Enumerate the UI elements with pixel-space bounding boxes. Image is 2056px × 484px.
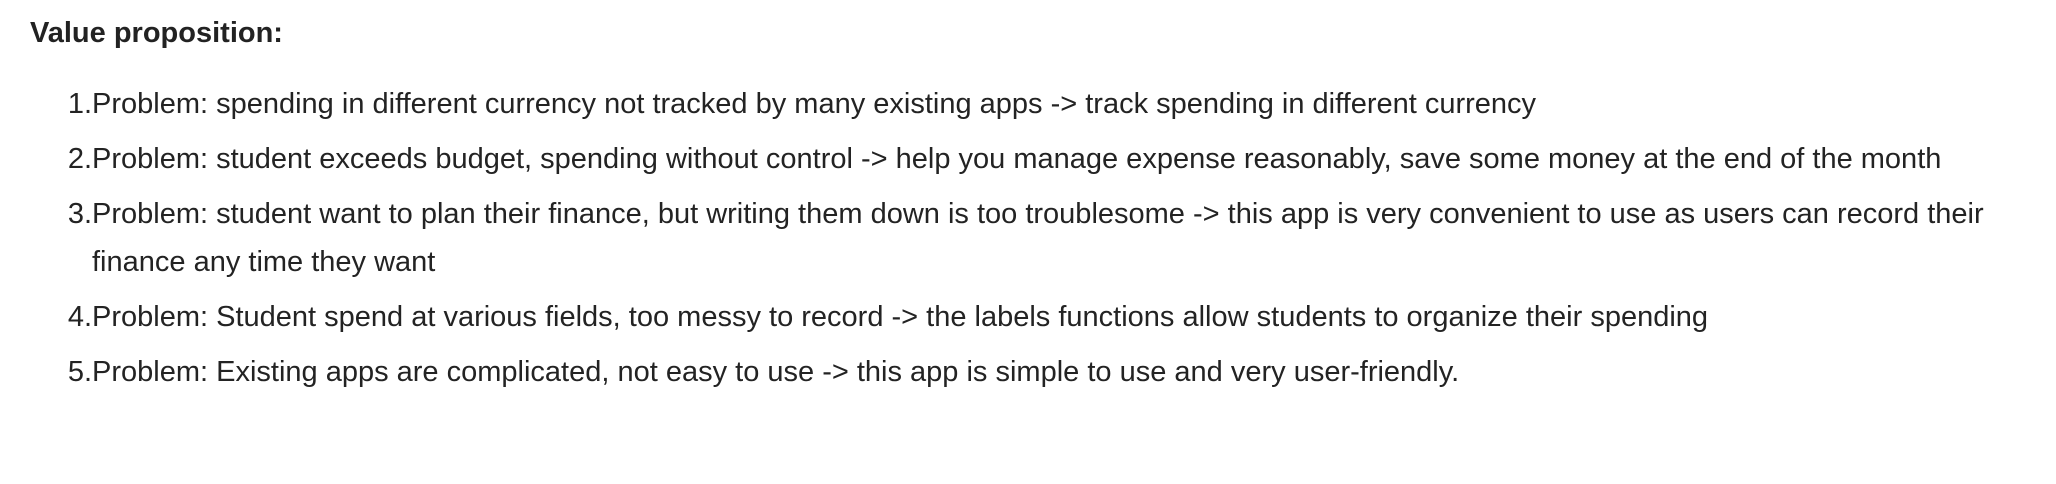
list-item-number: 2. [67, 143, 92, 175]
list-item-number: 3. [67, 198, 92, 230]
list-item-text: Problem: spending in different currency … [92, 88, 1537, 120]
list-item-number: 4. [67, 301, 92, 333]
list-item-text: Problem: Student spend at various fields… [92, 301, 1709, 333]
list-item-number: 1. [67, 88, 92, 120]
list-item: 1. Problem: spending in different curren… [30, 80, 2030, 128]
list-item-text: Problem: student exceeds budget, spendin… [92, 143, 1942, 175]
document-body: Value proposition: 1. Problem: spending … [0, 0, 2056, 484]
list-item-text: Problem: Existing apps are complicated, … [92, 356, 1460, 388]
list-item-number: 5. [67, 356, 92, 388]
list-item-text: Problem: student want to plan their fina… [92, 198, 1984, 278]
list-item: 3. Problem: student want to plan their f… [30, 190, 2030, 286]
list-item: 2. Problem: student exceeds budget, spen… [30, 135, 2030, 183]
value-proposition-list: 1. Problem: spending in different curren… [30, 80, 2030, 396]
list-item: 4. Problem: Student spend at various fie… [30, 293, 2030, 341]
section-heading: Value proposition: [30, 17, 283, 49]
list-item: 5. Problem: Existing apps are complicate… [30, 348, 2030, 396]
